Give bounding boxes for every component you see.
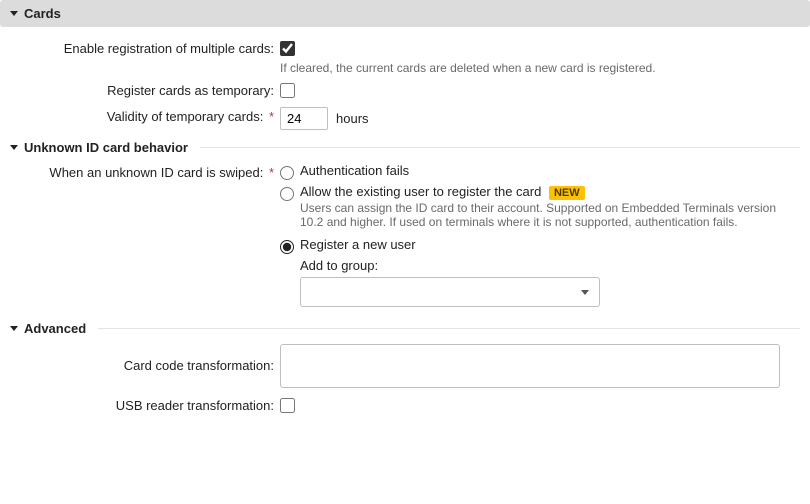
checkbox-usb-transformation[interactable] bbox=[280, 398, 295, 413]
subsection-header-unknown[interactable]: Unknown ID card behavior bbox=[0, 138, 810, 157]
radio-input-allow-register[interactable] bbox=[280, 187, 294, 201]
unit-validity: hours bbox=[336, 111, 369, 126]
select-add-to-group[interactable] bbox=[300, 277, 600, 307]
label-card-code: Card code transformation: bbox=[124, 358, 274, 373]
help-allow-register: Users can assign the ID card to their ac… bbox=[300, 201, 780, 229]
radio-label-auth-fails: Authentication fails bbox=[300, 163, 409, 178]
row-card-code: Card code transformation: bbox=[0, 344, 810, 388]
label-temporary: Register cards as temporary: bbox=[107, 83, 274, 98]
row-temporary: Register cards as temporary: bbox=[0, 81, 810, 101]
row-unknown-swipe: When an unknown ID card is swiped: * Aut… bbox=[0, 163, 810, 311]
radio-auth-fails[interactable]: Authentication fails bbox=[280, 163, 780, 180]
radio-label-allow-register: Allow the existing user to register the … bbox=[300, 184, 541, 199]
label-enable-multi: Enable registration of multiple cards: bbox=[64, 41, 274, 56]
input-card-code-transformation[interactable] bbox=[280, 344, 780, 388]
row-usb-transformation: USB reader transformation: bbox=[0, 396, 810, 416]
subsection-title-advanced: Advanced bbox=[24, 321, 86, 336]
label-unknown-swipe: When an unknown ID card is swiped: bbox=[49, 165, 263, 180]
divider bbox=[200, 147, 800, 148]
label-add-to-group: Add to group: bbox=[300, 258, 780, 273]
subsection-header-advanced[interactable]: Advanced bbox=[0, 319, 810, 338]
radio-register-new-user[interactable]: Register a new user Add to group: bbox=[280, 237, 780, 307]
input-validity-hours[interactable] bbox=[280, 107, 328, 130]
row-validity: Validity of temporary cards: * hours bbox=[0, 107, 810, 130]
chevron-down-icon bbox=[10, 326, 18, 331]
chevron-down-icon bbox=[581, 290, 589, 295]
chevron-down-icon bbox=[10, 11, 18, 16]
section-header-cards[interactable]: Cards bbox=[0, 0, 810, 27]
badge-new: NEW bbox=[549, 186, 585, 200]
divider bbox=[98, 328, 800, 329]
chevron-down-icon bbox=[10, 145, 18, 150]
checkbox-temporary[interactable] bbox=[280, 83, 295, 98]
checkbox-enable-multi[interactable] bbox=[280, 41, 295, 56]
label-validity: Validity of temporary cards: bbox=[107, 109, 264, 124]
label-usb-transformation: USB reader transformation: bbox=[116, 398, 274, 413]
radio-label-register-new-user: Register a new user bbox=[300, 237, 416, 252]
radio-input-auth-fails[interactable] bbox=[280, 166, 294, 180]
radio-allow-register[interactable]: Allow the existing user to register the … bbox=[280, 184, 780, 229]
radio-input-register-new-user[interactable] bbox=[280, 240, 294, 254]
help-enable-multi: If cleared, the current cards are delete… bbox=[280, 61, 780, 75]
subsection-title-unknown: Unknown ID card behavior bbox=[24, 140, 188, 155]
section-title: Cards bbox=[24, 6, 61, 21]
required-mark: * bbox=[269, 165, 274, 180]
required-mark: * bbox=[269, 109, 274, 124]
row-enable-multi: Enable registration of multiple cards: I… bbox=[0, 39, 810, 75]
